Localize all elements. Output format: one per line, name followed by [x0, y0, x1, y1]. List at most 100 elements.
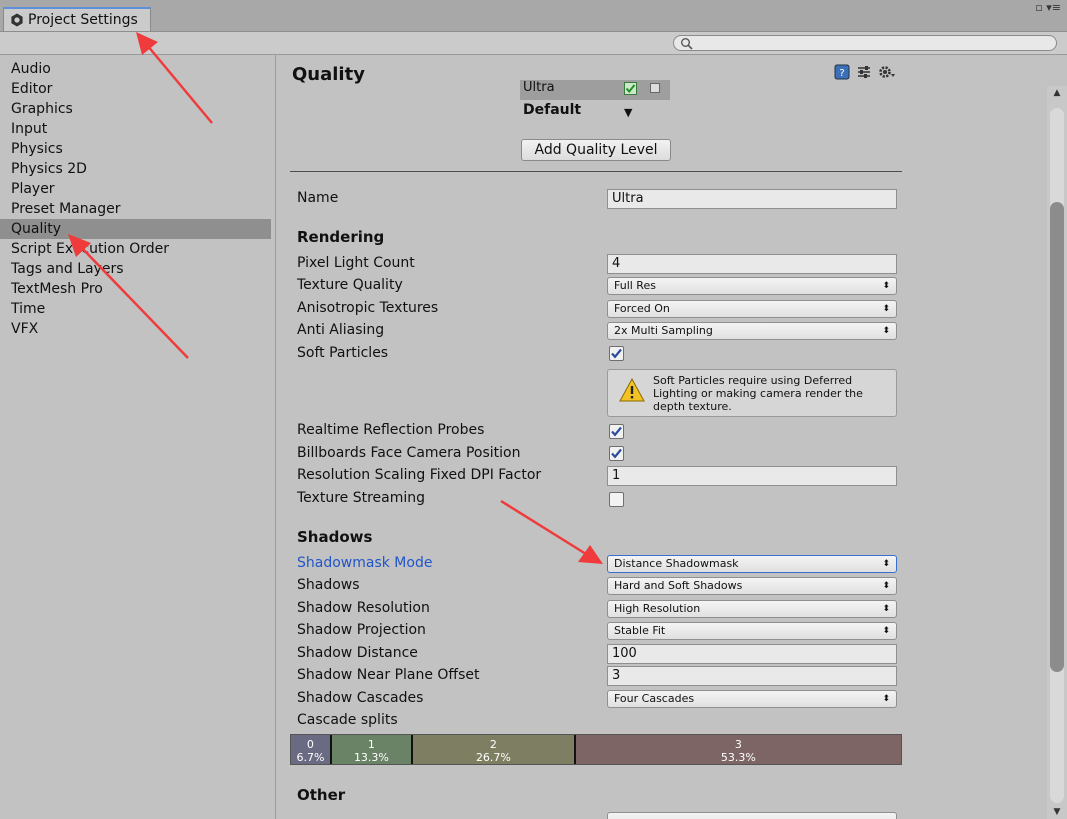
search-field[interactable] — [673, 35, 1057, 51]
settings-gear-icon — [11, 13, 23, 27]
realtime-reflection-checkbox[interactable] — [609, 424, 624, 439]
level-enabled-checkbox[interactable] — [624, 82, 637, 95]
quality-level-name: Ultra — [523, 80, 555, 95]
warning-text: Soft Particles require using Deferred Li… — [653, 374, 863, 413]
quality-level-list: Ultra Default ▼ — [520, 80, 670, 120]
scroll-thumb[interactable] — [1050, 202, 1064, 672]
checkmark-icon — [611, 348, 622, 359]
texture-quality-value: Full Res — [614, 279, 656, 292]
sidebar-item-vfx[interactable]: VFX — [0, 319, 271, 339]
cascade-index: 1 — [367, 738, 375, 751]
texture-quality-dropdown[interactable]: Full Res ⬍ — [607, 277, 897, 295]
anti-aliasing-label: Anti Aliasing — [297, 322, 385, 338]
shadowmask-mode-dropdown[interactable]: Distance Shadowmask ⬍ — [607, 555, 897, 573]
cascade-index: 2 — [489, 738, 497, 751]
default-label: Default — [523, 102, 582, 118]
shadow-resolution-dropdown[interactable]: High Resolution ⬍ — [607, 600, 897, 618]
dropdown-arrow-icon: ⬍ — [882, 694, 890, 704]
blend-weights-dropdown[interactable] — [607, 812, 897, 819]
cascade-percent: 26.7% — [475, 751, 511, 764]
sidebar-item-graphics[interactable]: Graphics — [0, 99, 271, 119]
scroll-down-icon[interactable]: ▼ — [1047, 805, 1067, 819]
dpi-factor-field[interactable]: 1 — [607, 466, 897, 486]
delete-level-icon[interactable] — [650, 83, 660, 93]
dropdown-arrow-icon: ⬍ — [882, 604, 890, 614]
project-settings-tab[interactable]: Project Settings — [3, 7, 151, 31]
default-level-dropdown-icon[interactable]: ▼ — [624, 103, 632, 123]
shadow-cascades-label: Shadow Cascades — [297, 690, 424, 706]
preset-sliders-icon[interactable] — [856, 64, 872, 80]
shadows-label: Shadows — [297, 577, 360, 593]
dropdown-arrow-icon: ⬍ — [882, 559, 890, 569]
sidebar-item-physics-2d[interactable]: Physics 2D — [0, 159, 271, 179]
default-level-row: Default ▼ — [520, 100, 670, 120]
billboards-label: Billboards Face Camera Position — [297, 445, 521, 461]
cascade-segment[interactable]: 1 13.3% — [331, 735, 413, 764]
tab-title: Project Settings — [28, 12, 138, 28]
add-quality-level-button[interactable]: Add Quality Level — [521, 139, 671, 161]
sidebar-item-time[interactable]: Time — [0, 299, 271, 319]
shadow-projection-dropdown[interactable]: Stable Fit ⬍ — [607, 622, 897, 640]
other-header: Other — [297, 786, 346, 804]
soft-particles-checkbox[interactable] — [609, 346, 624, 361]
quality-level-row[interactable]: Ultra — [520, 80, 670, 100]
shadow-distance-label: Shadow Distance — [297, 645, 418, 661]
svg-text:?: ? — [839, 68, 844, 79]
name-field[interactable]: Ultra — [607, 189, 897, 209]
dropdown-arrow-icon: ⬍ — [882, 326, 890, 336]
shadow-near-plane-field[interactable]: 3 — [607, 666, 897, 686]
help-book-icon[interactable]: ? — [834, 64, 850, 80]
cascade-segment[interactable]: 2 26.7% — [412, 735, 576, 764]
soft-particles-warning: Soft Particles require using Deferred Li… — [607, 369, 897, 417]
vertical-scrollbar[interactable]: ▲ ▼ — [1047, 86, 1067, 819]
anti-aliasing-dropdown[interactable]: 2x Multi Sampling ⬍ — [607, 322, 897, 340]
soft-particles-label: Soft Particles — [297, 345, 389, 361]
scroll-up-icon[interactable]: ▲ — [1047, 86, 1067, 100]
sidebar-item-physics[interactable]: Physics — [0, 139, 271, 159]
sidebar-item-script-execution-order[interactable]: Script Execution Order — [0, 239, 271, 259]
settings-gear-icon[interactable] — [878, 64, 896, 80]
dpi-factor-label: Resolution Scaling Fixed DPI Factor — [297, 467, 542, 483]
texture-quality-label: Texture Quality — [297, 277, 403, 293]
shadowmask-mode-value: Distance Shadowmask — [614, 557, 739, 570]
page-title: Quality — [292, 64, 365, 85]
shadow-cascades-dropdown[interactable]: Four Cascades ⬍ — [607, 690, 897, 708]
sidebar-item-tags-and-layers[interactable]: Tags and Layers — [0, 259, 271, 279]
sidebar-item-preset-manager[interactable]: Preset Manager — [0, 199, 271, 219]
sidebar-item-textmesh-pro[interactable]: TextMesh Pro — [0, 279, 271, 299]
quality-settings-panel: Quality ? Ultra Default ▼ Add Quality Le… — [277, 55, 1047, 819]
shadow-projection-label: Shadow Projection — [297, 622, 426, 638]
window-tab-bar: Project Settings ▫ ▾≡ — [0, 0, 1067, 32]
texture-streaming-checkbox[interactable] — [609, 492, 624, 507]
dropdown-arrow-icon: ⬍ — [882, 281, 890, 291]
sidebar-item-player[interactable]: Player — [0, 179, 271, 199]
shadow-distance-field[interactable]: 100 — [607, 644, 897, 664]
search-input[interactable] — [696, 36, 1036, 50]
name-label: Name — [297, 190, 339, 206]
cascade-splits-label: Cascade splits — [297, 712, 398, 728]
anisotropic-value: Forced On — [614, 302, 670, 315]
divider — [290, 171, 902, 172]
shadow-resolution-value: High Resolution — [614, 602, 701, 615]
cascade-segment[interactable]: 0 6.7% — [291, 735, 332, 764]
cascade-percent: 6.7% — [296, 751, 325, 764]
sidebar-item-input[interactable]: Input — [0, 119, 271, 139]
realtime-reflection-label: Realtime Reflection Probes — [297, 422, 485, 438]
sidebar-item-quality[interactable]: Quality — [0, 219, 271, 239]
dropdown-arrow-icon: ⬍ — [882, 581, 890, 591]
toolbar — [0, 32, 1067, 55]
cascade-percent: 13.3% — [353, 751, 389, 764]
header-icons: ? — [834, 64, 896, 80]
sidebar-item-audio[interactable]: Audio — [0, 59, 271, 79]
search-icon — [681, 38, 693, 50]
cascade-splits-bar[interactable]: 0 6.7% 1 13.3% 2 26.7% 3 53.3% — [290, 734, 902, 765]
billboards-checkbox[interactable] — [609, 446, 624, 461]
shadow-resolution-label: Shadow Resolution — [297, 600, 430, 616]
pixel-light-count-field[interactable]: 4 — [607, 254, 897, 274]
window-menu-icon[interactable]: ▫ ▾≡ — [1035, 2, 1061, 13]
cascade-segment[interactable]: 3 53.3% — [575, 735, 901, 764]
checkmark-icon — [611, 426, 622, 437]
shadows-dropdown[interactable]: Hard and Soft Shadows ⬍ — [607, 577, 897, 595]
sidebar-item-editor[interactable]: Editor — [0, 79, 271, 99]
anisotropic-dropdown[interactable]: Forced On ⬍ — [607, 300, 897, 318]
